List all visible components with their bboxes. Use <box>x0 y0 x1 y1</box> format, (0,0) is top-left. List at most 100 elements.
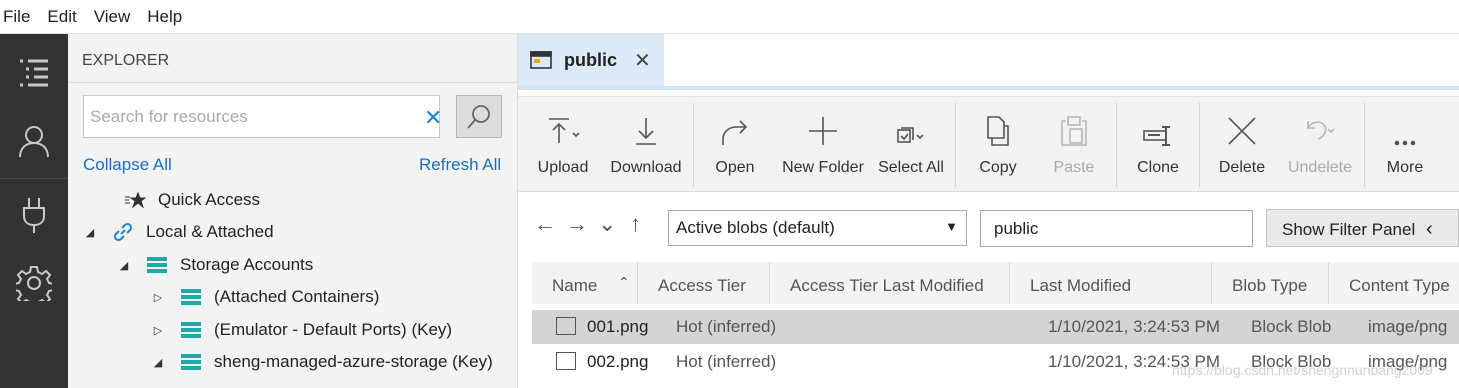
more-button[interactable]: More <box>1380 97 1430 193</box>
delete-icon <box>1228 117 1256 145</box>
storage-icon <box>180 287 202 307</box>
up-arrow-icon[interactable]: ↑ <box>630 211 641 237</box>
gear-icon[interactable] <box>0 248 68 318</box>
column-header-access-tier[interactable]: Access Tier <box>638 262 770 304</box>
storage-icon <box>180 320 202 340</box>
image-file-icon <box>556 352 576 370</box>
upload-button[interactable]: Upload <box>534 97 592 193</box>
tree-item-label: (Emulator - Default Ports) (Key) <box>214 320 453 339</box>
account-icon[interactable] <box>0 106 68 176</box>
navigation-row: ← → ⌄ ↑ Active blobs (default) ▼ public … <box>518 204 1459 248</box>
chevron-left-icon: ‹ <box>1425 218 1433 240</box>
explorer-icon[interactable] <box>0 38 68 108</box>
select-all-label: Select All <box>878 159 944 176</box>
refresh-all-link[interactable]: Refresh All <box>419 155 501 175</box>
storage-icon <box>146 255 168 275</box>
collapse-arrow-icon[interactable]: ◢ <box>152 356 164 369</box>
search-button[interactable] <box>456 95 502 138</box>
menu-help[interactable]: Help <box>144 7 189 27</box>
search-box: ✕ <box>83 95 442 138</box>
dropdown-caret-icon: ▼ <box>945 219 958 234</box>
row-content-type: image/png <box>1368 317 1448 336</box>
menu-view[interactable]: View <box>91 7 138 27</box>
row-blob-type: Block Blob <box>1251 317 1332 336</box>
tab-public[interactable]: public ✕ <box>518 34 664 86</box>
explorer-divider <box>68 82 517 83</box>
tree-item-emulator[interactable]: ▷ (Emulator - Default Ports) (Key) <box>152 315 452 345</box>
container-icon <box>530 51 552 69</box>
tab-strip: public ✕ <box>518 34 1459 86</box>
forward-arrow-icon[interactable]: → <box>566 211 588 237</box>
new-folder-label: New Folder <box>782 159 864 176</box>
grid-header: Name ⌃ Access Tier Access Tier Last Modi… <box>532 262 1459 304</box>
undelete-button[interactable]: Undelete <box>1286 97 1354 193</box>
tree-item-attached-containers[interactable]: ▷ (Attached Containers) <box>152 282 380 312</box>
column-label: Name <box>552 276 598 295</box>
delete-label: Delete <box>1218 159 1266 176</box>
show-filter-panel-button[interactable]: Show Filter Panel ‹ <box>1266 209 1459 247</box>
search-input[interactable] <box>90 105 400 129</box>
toolbar-divider <box>1364 103 1365 187</box>
clear-search-icon[interactable]: ✕ <box>424 105 442 131</box>
column-header-last-modified[interactable]: Last Modified <box>1010 262 1212 304</box>
paste-button[interactable]: Paste <box>1052 97 1096 193</box>
collapse-arrow-icon[interactable]: ◢ <box>84 226 96 239</box>
close-icon[interactable]: ✕ <box>634 48 651 73</box>
clone-label: Clone <box>1137 159 1179 176</box>
undelete-label: Undelete <box>1287 159 1353 176</box>
open-icon <box>722 120 748 145</box>
path-input[interactable]: public <box>980 210 1253 247</box>
menu-bar: File Edit View Help <box>0 0 1459 34</box>
tree-item-label: Local & Attached <box>146 222 274 241</box>
table-row[interactable]: 001.png Hot (inferred) 1/10/2021, 3:24:5… <box>532 310 1459 344</box>
row-access-tier: Hot (inferred) <box>676 352 777 371</box>
tree-item-sheng-storage[interactable]: ◢ sheng-managed-azure-storage (Key) <box>152 347 493 377</box>
tab-underline <box>518 86 1459 90</box>
delete-button[interactable]: Delete <box>1218 97 1266 193</box>
tree-item-storage-accounts[interactable]: ◢ Storage Accounts <box>118 250 314 280</box>
collapse-all-link[interactable]: Collapse All <box>83 155 172 175</box>
column-header-content-type[interactable]: Content Type <box>1329 262 1459 304</box>
select-all-button[interactable]: Select All <box>878 97 944 193</box>
column-header-name[interactable]: Name ⌃ <box>532 262 638 304</box>
tree-item-local-attached[interactable]: ◢ Local & Attached <box>84 217 274 247</box>
menu-edit[interactable]: Edit <box>44 7 83 27</box>
menu-file[interactable]: File <box>0 7 37 27</box>
download-button[interactable]: Download <box>608 97 684 193</box>
row-access-tier: Hot (inferred) <box>676 317 777 336</box>
search-icon <box>467 104 490 129</box>
new-folder-button[interactable]: New Folder <box>780 97 866 193</box>
more-label: More <box>1386 159 1424 176</box>
column-header-access-tier-modified[interactable]: Access Tier Last Modified <box>770 262 1010 304</box>
image-file-icon <box>556 317 576 335</box>
chevron-down-icon[interactable]: ⌄ <box>598 211 616 237</box>
row-last-modified: 1/10/2021, 3:24:53 PM <box>1048 317 1221 336</box>
expand-arrow-icon[interactable]: ▷ <box>152 324 164 337</box>
upload-label: Upload <box>537 159 589 176</box>
upload-icon <box>549 118 580 143</box>
copy-button[interactable]: Copy <box>976 97 1020 193</box>
collapse-arrow-icon[interactable]: ◢ <box>118 259 130 272</box>
expand-arrow-icon[interactable]: ▷ <box>152 291 164 304</box>
copy-label: Copy <box>979 159 1017 176</box>
paste-label: Paste <box>1053 159 1095 176</box>
open-button[interactable]: Open <box>712 97 758 193</box>
tree-item-label: sheng-managed-azure-storage (Key) <box>214 352 493 371</box>
activity-divider <box>0 178 68 179</box>
back-arrow-icon[interactable]: ← <box>534 211 556 237</box>
plug-icon[interactable] <box>0 180 68 250</box>
download-icon <box>636 118 656 145</box>
link-icon <box>112 222 134 242</box>
blob-filter-dropdown[interactable]: Active blobs (default) ▼ <box>668 210 967 246</box>
tree-item-quick-access[interactable]: Quick Access <box>78 185 260 215</box>
select-all-icon <box>897 127 924 143</box>
plus-icon <box>809 117 837 145</box>
tree-item-label: Quick Access <box>158 190 261 209</box>
column-header-blob-type[interactable]: Blob Type <box>1212 262 1329 304</box>
sort-ascending-icon: ⌃ <box>618 274 630 290</box>
paste-icon <box>1061 116 1087 146</box>
editor-area: public ✕ Upload Download Open New Folder… <box>518 34 1459 388</box>
more-icon <box>1394 140 1416 146</box>
clone-button[interactable]: Clone <box>1135 97 1181 193</box>
clone-icon <box>1143 126 1170 146</box>
